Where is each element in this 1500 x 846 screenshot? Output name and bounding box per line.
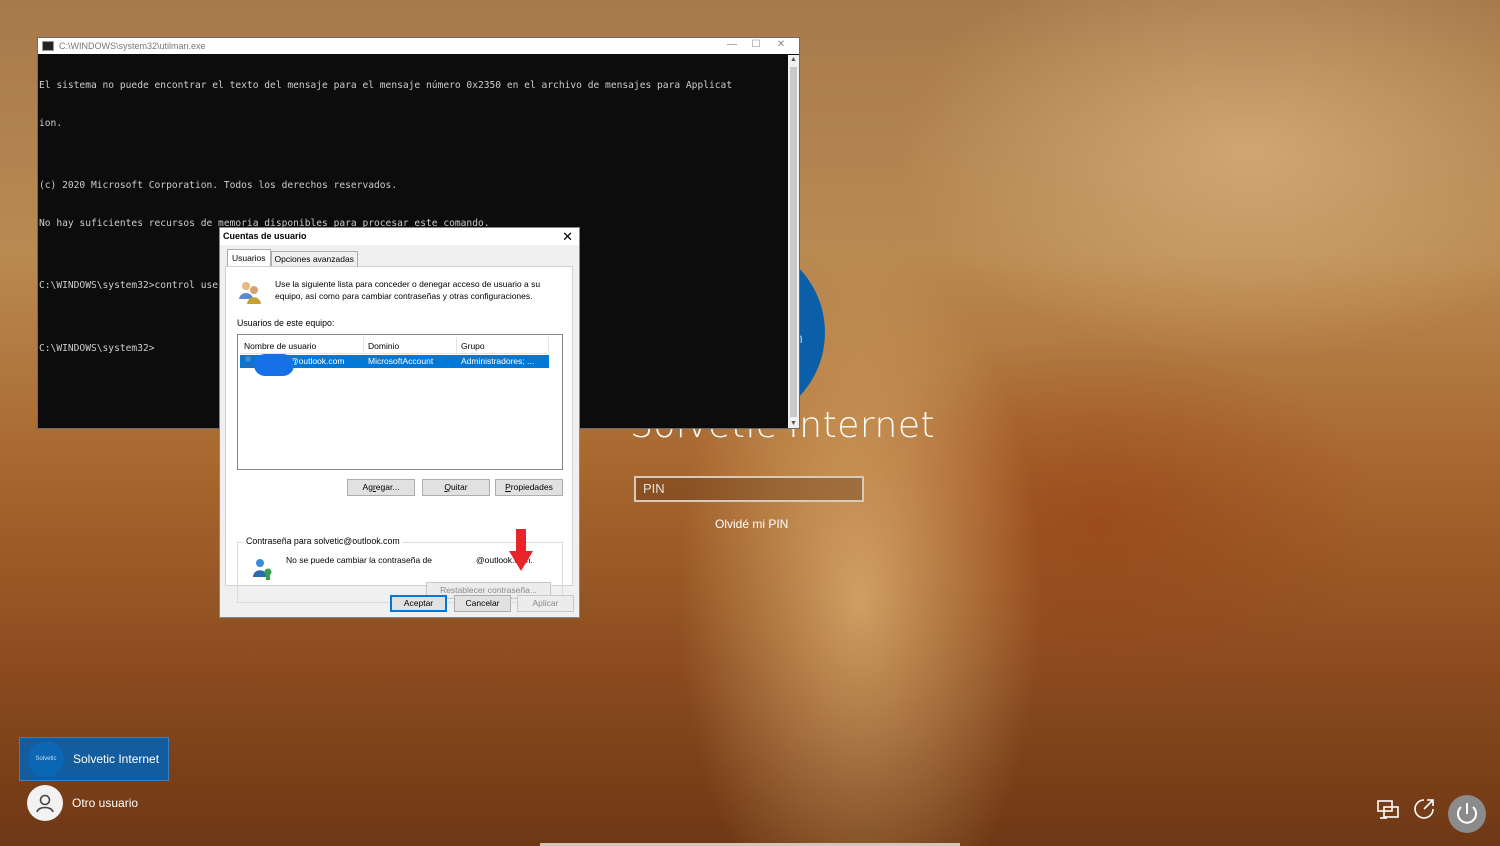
network-icon[interactable] (1375, 796, 1401, 822)
remove-button-label: Quitar (444, 482, 468, 492)
users-list-label: Usuarios de este equipo: (237, 318, 335, 328)
console-app-icon (42, 41, 54, 51)
users-list[interactable]: Nombre de usuario Dominio Grupo @outlook… (237, 334, 563, 470)
properties-button[interactable]: Propiedades (495, 479, 563, 496)
user-row-icon (243, 356, 253, 367)
apply-button-label: Aplicar (532, 598, 559, 608)
add-button-label: Agregar... (362, 482, 400, 492)
minimize-icon[interactable]: — (722, 39, 742, 50)
console-scrollbar[interactable]: ▲ ▼ (788, 55, 799, 428)
person-icon (36, 794, 54, 813)
forgot-pin-link[interactable]: Olvidé mi PIN (715, 517, 788, 531)
ok-button[interactable]: Aceptar (390, 595, 447, 612)
add-button[interactable]: Agregar... (347, 479, 415, 496)
tab-usuarios[interactable]: Usuarios (227, 249, 271, 266)
user-avatar: Solvetic (28, 741, 64, 777)
list-header: Nombre de usuario Dominio Grupo (240, 337, 549, 354)
user-tile-other[interactable]: Otro usuario (19, 781, 169, 825)
scroll-thumb[interactable] (790, 67, 797, 417)
console-line: El sistema no puede encontrar el texto d… (39, 80, 733, 91)
dialog-titlebar[interactable]: Cuentas de usuario ✕ (220, 228, 579, 245)
console-title: C:\WINDOWS\system32\utilman.exe (59, 41, 206, 51)
column-header-group[interactable]: Grupo (457, 337, 549, 353)
user-avatar-text: Solvetic (35, 756, 57, 762)
console-titlebar[interactable]: C:\WINDOWS\system32\utilman.exe — ☐ ✕ (38, 38, 799, 54)
intro-text: Use la siguiente lista para conceder o d… (275, 279, 541, 301)
properties-button-label: Propiedades (505, 482, 553, 492)
apply-button[interactable]: Aplicar (517, 595, 574, 612)
power-icon[interactable] (1447, 794, 1487, 834)
pin-input[interactable]: PIN (634, 476, 864, 502)
user-tile-label: Solvetic Internet (73, 752, 160, 766)
cell-domain: MicrosoftAccount (368, 356, 434, 366)
cancel-button-label: Cancelar (465, 598, 500, 608)
close-icon[interactable]: ✕ (562, 228, 573, 245)
password-group-legend: Contraseña para solvetic@outlook.com (244, 536, 402, 546)
scroll-up-icon[interactable]: ▲ (788, 56, 799, 63)
cancel-button[interactable]: Cancelar (454, 595, 511, 612)
cell-group: Administradores; ... (461, 356, 535, 366)
password-message: No se puede cambiar la contraseña de (286, 555, 433, 565)
user-key-icon (253, 559, 272, 580)
console-line: ion. (39, 117, 63, 129)
dialog-title: Cuentas de usuario (223, 231, 307, 241)
tab-opciones-avanzadas[interactable]: Opciones avanzadas (270, 251, 358, 266)
users-tab-panel: Use la siguiente lista para conceder o d… (225, 266, 573, 603)
user-tile-solvetic[interactable]: Solvetic Solvetic Internet (19, 737, 169, 781)
maximize-icon[interactable]: ☐ (746, 39, 766, 50)
dialog-tabs: Usuarios Opciones avanzadas (227, 249, 358, 266)
redaction-blob (254, 354, 294, 376)
user-avatar (27, 785, 63, 821)
column-header-user[interactable]: Nombre de usuario (240, 337, 364, 353)
column-header-domain[interactable]: Dominio (364, 337, 457, 353)
scroll-down-icon[interactable]: ▼ (788, 420, 799, 427)
red-arrow-icon (509, 529, 533, 571)
accessibility-icon[interactable] (1411, 796, 1437, 822)
close-icon[interactable]: ✕ (771, 39, 791, 50)
console-line: (c) 2020 Microsoft Corporation. Todos lo… (39, 180, 398, 191)
remove-button[interactable]: Quitar (422, 479, 490, 496)
ok-button-label: Aceptar (403, 598, 434, 608)
user-accounts-dialog[interactable]: Cuentas de usuario ✕ Usuarios Opciones a… (219, 227, 580, 618)
user-tile-label: Otro usuario (72, 796, 139, 810)
reset-password-label: Restablecer contraseña... (440, 585, 537, 595)
users-icon (239, 282, 261, 304)
